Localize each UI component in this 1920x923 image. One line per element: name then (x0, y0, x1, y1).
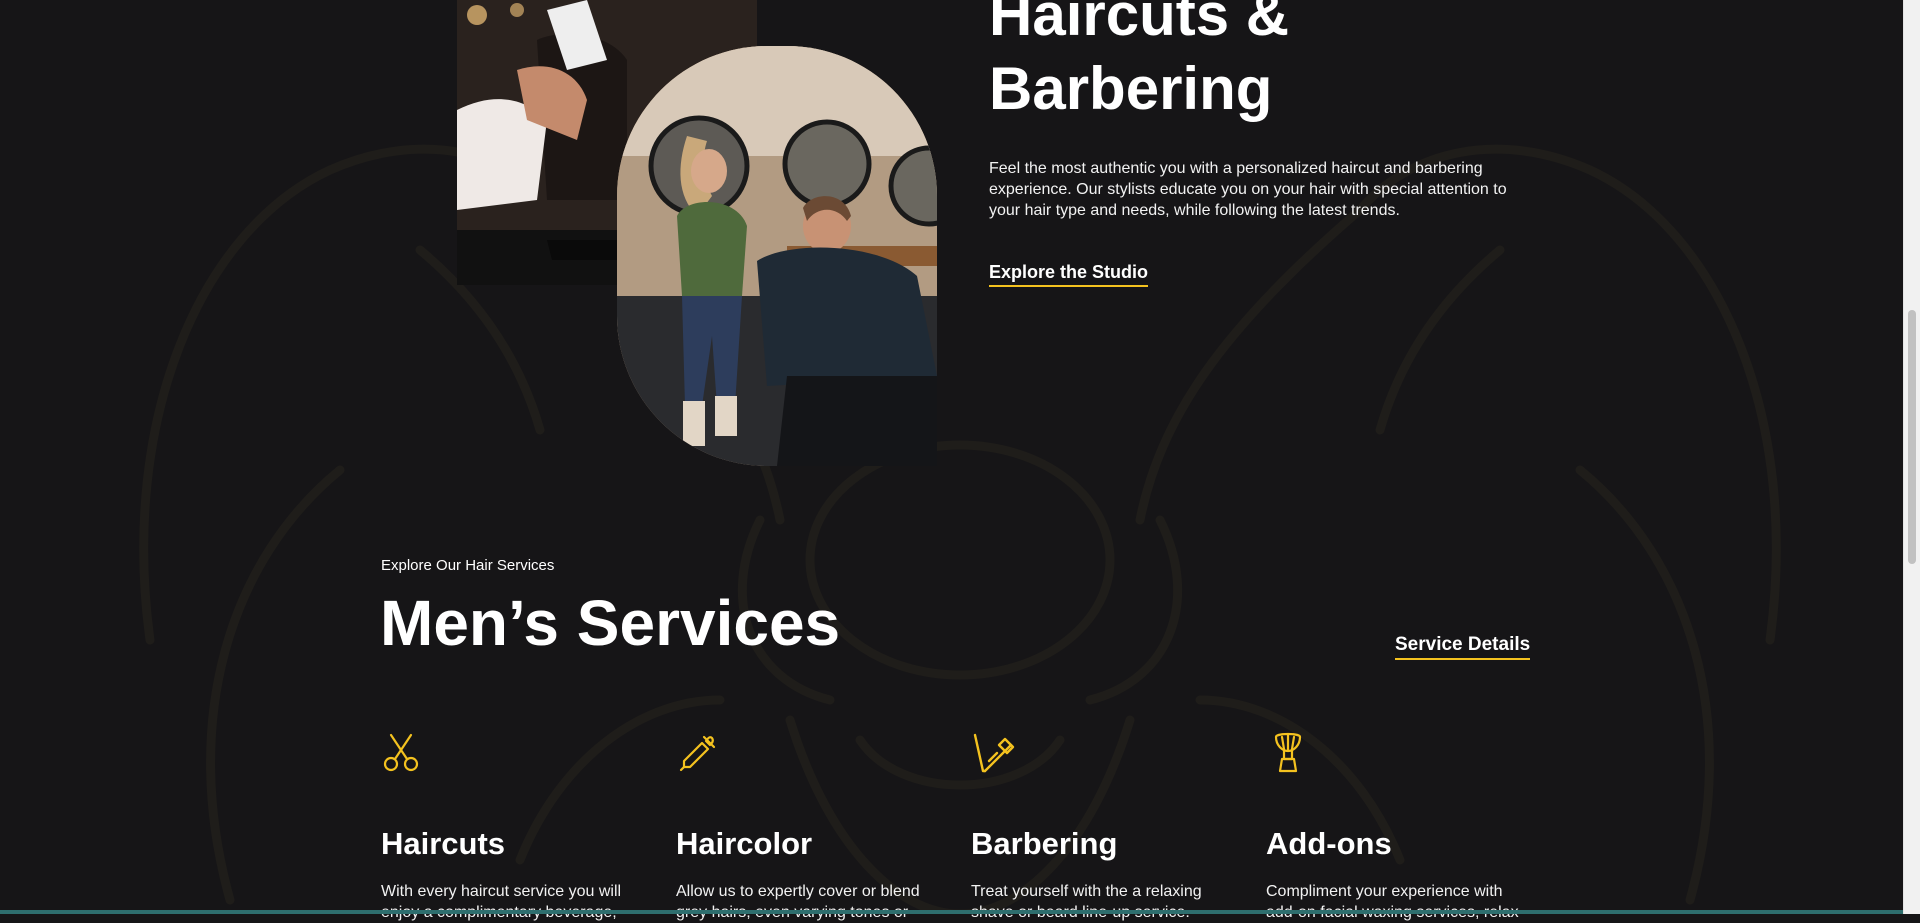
explore-studio-link[interactable]: Explore the Studio (989, 262, 1149, 287)
scrollbar-thumb[interactable] (1908, 310, 1916, 564)
hero-title-line1: Haircuts & (989, 0, 1290, 48)
service-description: Compliment your experience with add-on f… (1266, 883, 1519, 921)
barber-studio-photo (617, 46, 937, 466)
razor-icon (973, 733, 1015, 773)
scissors-icon (383, 733, 419, 772)
service-description: Treat yourself with the a relaxing shave… (971, 883, 1202, 921)
hero-title: Haircuts & Barbering (989, 0, 1509, 126)
hero-title-line2: Barbering (989, 55, 1273, 122)
service-card-add-ons: Add-ons Compliment your experience with … (1266, 731, 1522, 923)
page-scrollbar[interactable] (1903, 0, 1920, 914)
service-description: With every haircut service you will enjo… (381, 883, 622, 921)
service-card-barbering: Barbering Treat yourself with the a rela… (971, 731, 1227, 923)
service-card-haircuts: Haircuts With every haircut service you … (381, 731, 637, 923)
service-description: Allow us to expertly cover or blend grey… (676, 883, 920, 921)
hero-description: Feel the most authentic you with a perso… (989, 160, 1507, 219)
service-title: Add-ons (1266, 826, 1392, 861)
background-logo-watermark (139, 144, 1781, 914)
service-details-link[interactable]: Service Details (1395, 634, 1531, 660)
service-title: Barbering (971, 826, 1118, 861)
shaving-brush-icon (1274, 732, 1302, 773)
dropper-icon (679, 735, 716, 772)
service-card-haircolor: Haircolor Allow us to expertly cover or … (676, 731, 932, 923)
bottom-edge-bar (0, 910, 1903, 914)
services-eyebrow: Explore Our Hair Services (381, 557, 555, 574)
service-title: Haircolor (676, 826, 813, 861)
services-title: Men’s Services (380, 587, 841, 659)
service-title: Haircuts (381, 826, 506, 861)
